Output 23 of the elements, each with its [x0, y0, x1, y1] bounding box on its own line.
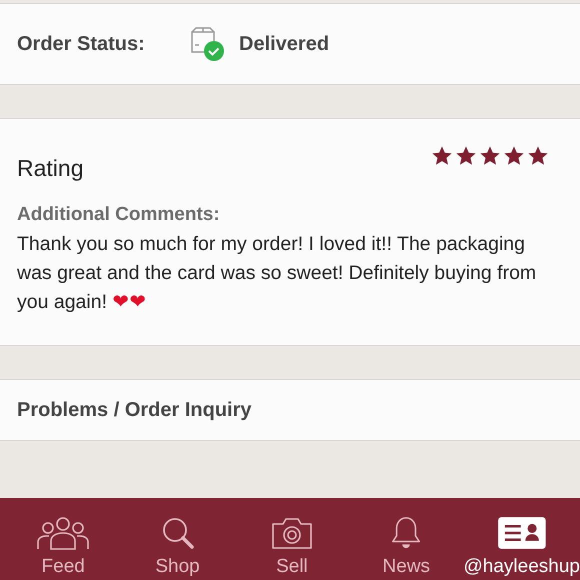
status-value: Delivered [239, 32, 330, 56]
nav-tab[interactable]: Shop [120, 498, 235, 580]
bell-icon [390, 516, 422, 550]
comments-label: Additional Comments: [17, 204, 221, 226]
star-icon [431, 144, 453, 166]
people-icon [36, 516, 90, 550]
id-card-icon [496, 516, 547, 550]
search-icon [160, 516, 195, 550]
nav-tab[interactable]: Feed [6, 498, 120, 580]
comment-text: Thank you so much for my order! I loved it!! The packaging was great and the card was so sweet! Definitely buying from you again! ❤❤ [17, 232, 538, 315]
problems-row[interactable]: Problems / Order Inquiry [0, 379, 580, 441]
star-icon [527, 144, 549, 166]
problems-label[interactable]: Problems / Order Inquiry [17, 398, 252, 422]
star-icon [455, 144, 477, 166]
star-icon [479, 144, 501, 166]
nav-tab[interactable]: News [349, 498, 464, 580]
rating-title: Rating [17, 155, 84, 182]
delivered-box-icon [189, 26, 225, 62]
star-icon [503, 144, 525, 166]
camera-icon [270, 516, 314, 550]
status-label: Order Status: [17, 32, 146, 56]
nav-tab[interactable]: @hayleeshup [464, 498, 580, 580]
nav-tab[interactable]: Sell [234, 498, 350, 580]
